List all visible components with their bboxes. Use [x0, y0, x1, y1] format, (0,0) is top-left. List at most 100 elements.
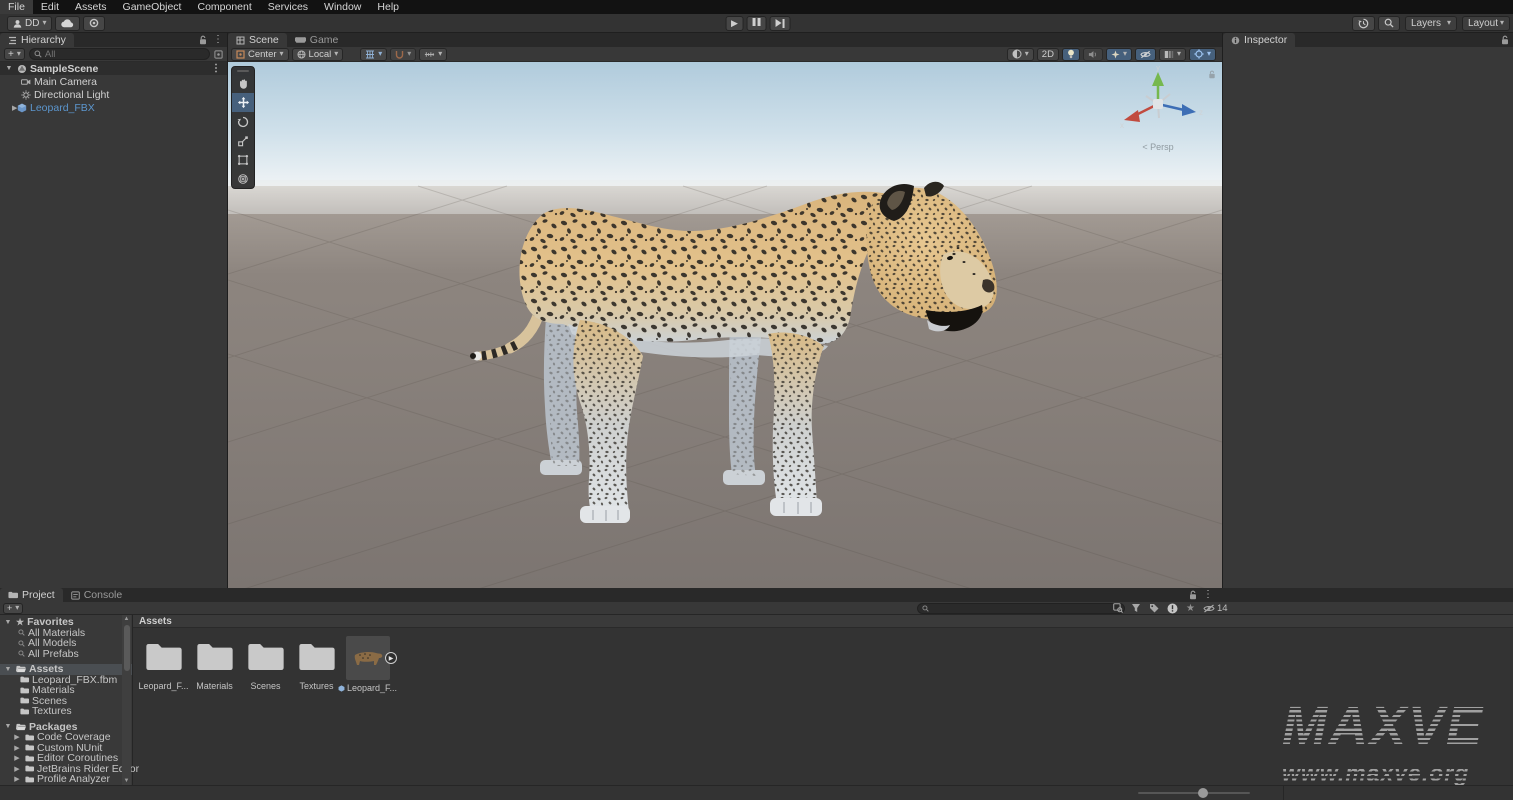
lock-icon[interactable]: [1208, 70, 1216, 79]
menu-file[interactable]: File: [0, 0, 33, 14]
scroll-up-icon[interactable]: ▲: [122, 616, 131, 622]
search-by-type-icon[interactable]: [1131, 603, 1141, 613]
menu-component[interactable]: Component: [189, 0, 259, 14]
tab-scene[interactable]: Scene: [228, 33, 287, 47]
tab-inspector[interactable]: Inspector: [1223, 33, 1295, 47]
hierarchy-search[interactable]: [29, 48, 210, 60]
menu-services[interactable]: Services: [260, 0, 316, 14]
menu-edit[interactable]: Edit: [33, 0, 67, 14]
layers-dropdown[interactable]: Layers ▾: [1405, 16, 1457, 31]
asset-tile-textures[interactable]: Textures: [292, 636, 341, 693]
tree-all-prefabs[interactable]: All Prefabs: [0, 649, 132, 660]
hierarchy-search-input[interactable]: [45, 49, 205, 60]
menu-assets[interactable]: Assets: [67, 0, 115, 14]
account-button[interactable]: DD ▾: [7, 16, 52, 31]
shading-mode-dropdown[interactable]: ▾: [1007, 48, 1034, 61]
grid-visibility-dropdown[interactable]: ▾: [360, 48, 387, 61]
tab-console[interactable]: Console: [63, 588, 131, 602]
asset-tile-scenes[interactable]: Scenes: [241, 636, 290, 693]
audio-toggle-button[interactable]: [1083, 48, 1103, 61]
asset-tile-materials[interactable]: Materials: [190, 636, 239, 693]
foldout-icon[interactable]: ▶: [12, 744, 22, 752]
foldout-icon[interactable]: ▶: [12, 733, 22, 741]
scrollbar-thumb[interactable]: [124, 625, 130, 671]
lock-icon[interactable]: [1189, 590, 1197, 600]
foldout-icon[interactable]: ▶: [12, 775, 22, 783]
project-search-input[interactable]: [932, 603, 1120, 614]
foldout-icon[interactable]: ▶: [12, 765, 22, 773]
snap-increment-dropdown[interactable]: ▾: [419, 48, 447, 61]
perspective-label[interactable]: < Persp: [1142, 142, 1173, 152]
scene-viewport[interactable]: y x z < Persp: [228, 62, 1222, 588]
tree-textures[interactable]: Textures: [0, 706, 132, 717]
scroll-down-icon[interactable]: ▼: [122, 778, 131, 784]
search-button[interactable]: [1378, 16, 1400, 31]
undo-history-button[interactable]: [1352, 16, 1375, 31]
tab-project[interactable]: Project: [0, 588, 63, 602]
move-tool-button[interactable]: [232, 93, 254, 112]
foldout-icon[interactable]: ▼: [4, 65, 14, 72]
foldout-icon[interactable]: ▶: [4, 104, 14, 112]
hierarchy-row-leopard[interactable]: ▶ Leopard_FBX: [0, 101, 227, 114]
foldout-icon[interactable]: ▼: [3, 619, 13, 626]
create-asset-button[interactable]: + ▾: [3, 603, 23, 614]
shaded-sphere-icon: [1012, 49, 1022, 59]
tool-column-handle[interactable]: [232, 67, 254, 74]
folder-icon: [25, 744, 34, 751]
foldout-icon[interactable]: ▼: [3, 723, 13, 730]
pause-button[interactable]: [747, 16, 767, 31]
tab-game[interactable]: Game: [287, 33, 347, 47]
search-in-folder-icon[interactable]: [1113, 603, 1123, 613]
lock-icon[interactable]: [1501, 35, 1509, 45]
2d-toggle-button[interactable]: 2D: [1037, 48, 1059, 61]
project-tree-scrollbar[interactable]: ▲ ▼: [122, 615, 131, 785]
menu-window[interactable]: Window: [316, 0, 369, 14]
orientation-gizmo[interactable]: y x z < Persp: [1112, 66, 1204, 152]
scale-tool-button[interactable]: [232, 131, 254, 150]
orientation-dropdown[interactable]: Local ▾: [292, 48, 344, 61]
info-icon[interactable]: [1167, 603, 1178, 614]
foldout-icon[interactable]: ▼: [3, 666, 13, 673]
menu-gameobject[interactable]: GameObject: [115, 0, 190, 14]
preview-play-button[interactable]: ▶: [385, 652, 397, 664]
version-control-button[interactable]: [83, 16, 105, 31]
scene-visibility-toggle[interactable]: [1135, 48, 1156, 61]
effects-dropdown[interactable]: ▾: [1106, 48, 1132, 61]
prefab-icon: [17, 103, 27, 113]
transform-tool-button[interactable]: [232, 169, 254, 188]
thumbnail-zoom-slider[interactable]: [1138, 792, 1250, 794]
hierarchy-row-scene[interactable]: ▼ SampleScene ⋮: [0, 62, 227, 75]
step-button[interactable]: [769, 16, 791, 31]
hand-tool-button[interactable]: [232, 74, 254, 93]
lighting-toggle-button[interactable]: [1062, 48, 1080, 61]
layout-dropdown[interactable]: Layout ▾: [1462, 16, 1510, 31]
asset-tile-leopard-folder[interactable]: Leopard_F...: [139, 636, 188, 693]
gizmos-dropdown[interactable]: ▾: [1189, 48, 1216, 61]
hierarchy-row-light[interactable]: Directional Light: [0, 88, 227, 101]
hierarchy-tree: ▼ SampleScene ⋮ Main Camera: [0, 62, 227, 588]
search-by-label-icon[interactable]: [1149, 603, 1159, 613]
kebab-menu-icon[interactable]: ⋮: [1203, 590, 1213, 600]
camera-view-dropdown[interactable]: ▾: [1159, 48, 1186, 61]
snap-toggle-button[interactable]: ▾: [390, 48, 416, 61]
rect-tool-button[interactable]: [232, 150, 254, 169]
slider-knob[interactable]: [1198, 788, 1208, 798]
hidden-items-toggle[interactable]: 14: [1203, 603, 1228, 614]
pivot-dropdown[interactable]: Center ▾: [231, 48, 289, 61]
rotate-tool-button[interactable]: [232, 112, 254, 131]
tab-hierarchy[interactable]: Hierarchy: [0, 33, 74, 47]
kebab-menu-icon[interactable]: ⋮: [211, 64, 221, 74]
asset-tile-leopard-model[interactable]: ▶ Leopard_F...: [343, 636, 392, 693]
save-search-star-icon[interactable]: ★: [1186, 603, 1195, 614]
play-button[interactable]: ▶: [725, 16, 744, 31]
scene-picker-icon[interactable]: [214, 50, 223, 59]
project-search[interactable]: [917, 603, 1125, 614]
hierarchy-row-camera[interactable]: Main Camera: [0, 75, 227, 88]
foldout-icon[interactable]: ▶: [12, 754, 22, 762]
lock-icon[interactable]: [199, 35, 207, 45]
breadcrumb-label[interactable]: Assets: [139, 616, 172, 627]
menu-help[interactable]: Help: [369, 0, 407, 14]
kebab-menu-icon[interactable]: ⋮: [213, 35, 223, 45]
create-menu-button[interactable]: + ▾: [4, 48, 25, 60]
cloud-button[interactable]: [55, 16, 80, 31]
